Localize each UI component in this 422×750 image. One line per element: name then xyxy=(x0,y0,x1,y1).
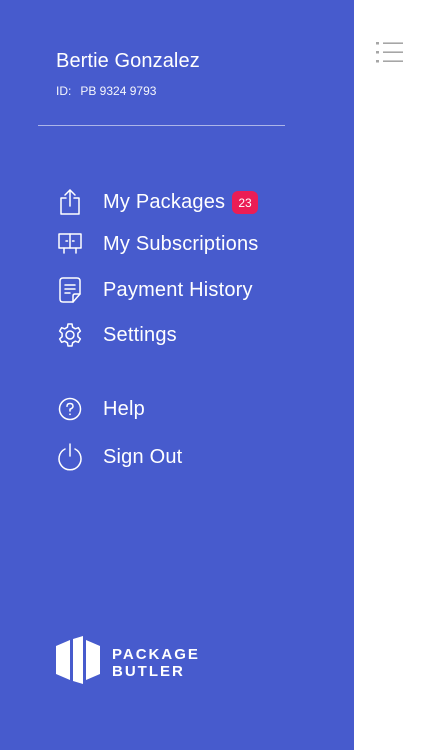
share-upload-icon xyxy=(56,188,84,216)
package-butler-logo: PACKAGE BUTLER xyxy=(56,636,200,689)
brand-name-line2: BUTLER xyxy=(112,662,185,680)
divider xyxy=(38,125,285,126)
menu-item-label: Settings xyxy=(103,323,177,346)
user-id: ID: PB 9324 9793 xyxy=(56,84,156,98)
packages-count-badge: 23 xyxy=(232,191,258,214)
document-icon xyxy=(56,276,84,304)
menu-item-sign-out[interactable]: Sign Out xyxy=(56,442,316,472)
menu-item-label: Payment History xyxy=(103,278,253,301)
user-id-value: PB 9324 9793 xyxy=(80,84,157,98)
subscriptions-icon xyxy=(56,230,84,258)
menu-item-my-subscriptions[interactable]: My Subscriptions xyxy=(56,229,316,259)
navigation-drawer: Bertie Gonzalez ID: PB 9324 9793 My Packa… xyxy=(0,0,354,750)
menu-item-payment-history[interactable]: Payment History xyxy=(56,275,316,305)
menu-item-settings[interactable]: Settings xyxy=(56,320,316,350)
user-name: Bertie Gonzalez xyxy=(56,50,200,72)
hamburger-menu-icon[interactable] xyxy=(376,40,404,66)
box-logo-icon xyxy=(56,636,100,689)
menu-item-my-packages[interactable]: My Packages 23 xyxy=(56,187,316,217)
menu-item-help[interactable]: Help xyxy=(56,394,316,424)
menu-item-label: My Subscriptions xyxy=(103,232,259,255)
help-circle-icon xyxy=(56,395,84,423)
gear-icon xyxy=(56,321,84,349)
brand-name: PACKAGE BUTLER xyxy=(112,646,200,680)
menu-item-label: My Packages xyxy=(103,190,226,213)
menu-item-label: Help xyxy=(103,397,145,420)
power-icon xyxy=(56,443,84,471)
brand-name-line1: PACKAGE xyxy=(112,645,200,663)
menu-item-label: Sign Out xyxy=(103,445,183,468)
user-id-label: ID: xyxy=(56,84,72,98)
